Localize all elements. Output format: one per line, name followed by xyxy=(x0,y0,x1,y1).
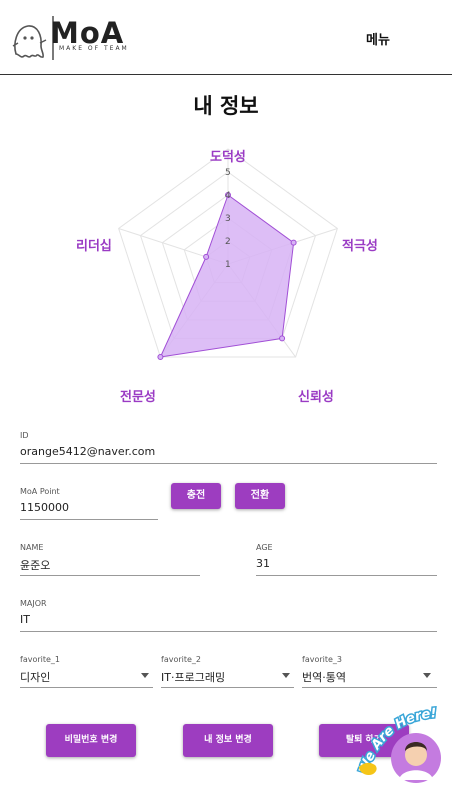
point-label: MoA Point xyxy=(20,487,60,496)
age-underline xyxy=(256,575,437,576)
chevron-down-icon[interactable] xyxy=(141,673,149,678)
convert-button[interactable]: 전환 xyxy=(235,483,285,509)
favorite1-label: favorite_1 xyxy=(20,655,61,664)
id-field[interactable]: orange5412@naver.com xyxy=(20,445,155,458)
radar-point-2 xyxy=(290,239,297,246)
id-underline xyxy=(20,463,437,464)
change-password-button[interactable]: 비밀번호 변경 xyxy=(46,724,136,757)
axis-label-leadership: 리더십 xyxy=(76,239,112,254)
age-label: AGE xyxy=(256,543,273,552)
radar-chart: 도덕성 적극성 신뢰성 전문성 리더십 1 2 3 4 5 xyxy=(0,140,452,410)
favorite3-select[interactable]: 번역·통역 xyxy=(302,669,346,685)
favorite2-select[interactable]: IT·프로그래밍 xyxy=(161,669,225,685)
favorite3-underline xyxy=(302,687,437,688)
major-field[interactable]: IT xyxy=(20,613,30,626)
major-label: MAJOR xyxy=(20,599,47,608)
favorite2-label: favorite_2 xyxy=(161,655,202,664)
logo-subtitle: MAKE OF TEAM xyxy=(59,45,129,52)
axis-label-morality: 도덕성 xyxy=(210,150,246,165)
radar-chart-svg xyxy=(118,148,338,361)
tick-label: 3 xyxy=(225,214,231,224)
radar-point-5 xyxy=(203,253,210,260)
axis-label-expertise: 전문성 xyxy=(120,390,156,405)
tick-label: 1 xyxy=(225,260,231,270)
favorite3-label: favorite_3 xyxy=(302,655,343,664)
axis-label-trust: 신뢰성 xyxy=(298,390,334,405)
name-label: NAME xyxy=(20,543,44,552)
edit-info-button[interactable]: 내 정보 변경 xyxy=(183,724,273,757)
point-field[interactable]: 1150000 xyxy=(20,501,69,514)
age-field[interactable]: 31 xyxy=(256,557,270,570)
chevron-down-icon[interactable] xyxy=(423,673,431,678)
point-underline xyxy=(20,519,158,520)
tick-label: 4 xyxy=(225,191,231,201)
favorite1-underline xyxy=(20,687,153,688)
we-are-here-badge[interactable]: We Are Here! xyxy=(355,705,450,805)
name-underline xyxy=(20,575,200,576)
radar-point-4 xyxy=(157,354,164,361)
page-title: 내 정보 xyxy=(193,94,259,118)
menu-button[interactable]: 메뉴 xyxy=(366,29,390,48)
tick-label: 5 xyxy=(225,168,231,178)
favorite1-select[interactable]: 디자인 xyxy=(20,669,50,685)
id-label: ID xyxy=(20,431,29,440)
charge-button[interactable]: 충전 xyxy=(171,483,221,509)
name-field[interactable]: 윤준오 xyxy=(20,557,50,573)
chevron-down-icon[interactable] xyxy=(282,673,290,678)
header: MoA MAKE OF TEAM 메뉴 xyxy=(0,0,452,75)
favorite2-underline xyxy=(161,687,294,688)
radar-point-3 xyxy=(279,335,286,342)
axis-label-proactivity: 적극성 xyxy=(342,239,378,254)
tick-label: 2 xyxy=(225,237,231,247)
major-underline xyxy=(20,631,437,632)
